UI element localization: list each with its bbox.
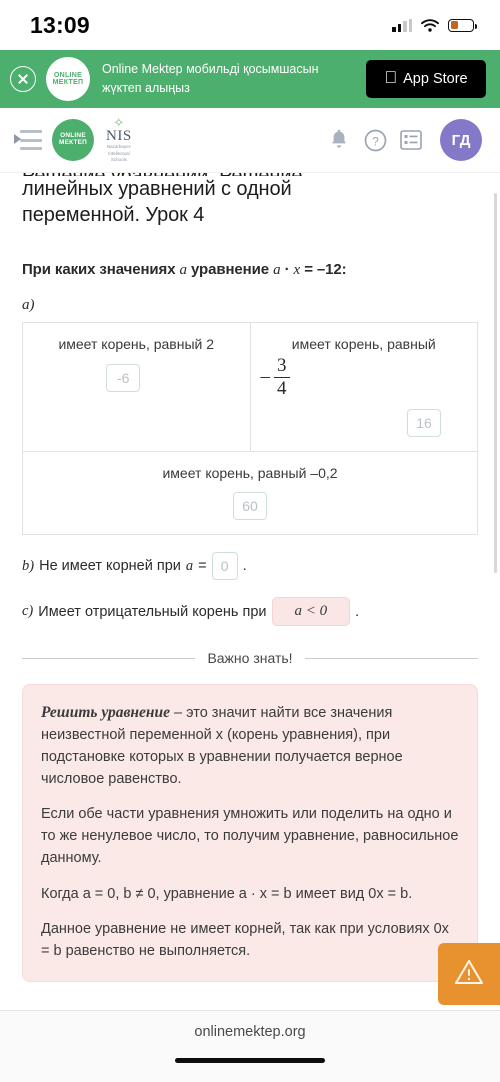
hamburger-menu-icon[interactable] [14,130,42,150]
banner-logo-line2: МЕКТЕП [52,79,84,86]
app-download-banner: ONLINE МЕКТЕП Online Mektep мобильді қос… [0,50,500,108]
fraction-numerator: 3 [274,355,290,378]
info-paragraph-2: Если обе части уравнения умножить или по… [41,806,459,866]
status-time: 13:09 [30,11,90,38]
avatar[interactable]: ГД [440,119,482,161]
question-eq-var-x: x [293,261,301,278]
page-title: Решение уравнений. Решение линейных урав… [22,173,478,229]
nis-sub-line1: Nazarbayev [106,143,131,149]
question-eq-var-a: a [273,261,281,278]
fraction-denominator: 4 [277,377,287,399]
nis-mark-icon: ✧ [113,114,125,130]
part-b-line: b) Не имеет корней при a = 0 . [22,552,478,581]
part-b-period: . [242,558,247,575]
footer-site-label: onlinemektep.org [194,1024,306,1040]
important-divider: Важно знать! [22,650,478,666]
table-cell-root-neg-0-2: имеет корень, равный –0,2 60 [22,450,478,536]
part-b-label: b) [22,557,35,574]
lesson-content: Решение уравнений. Решение линейных урав… [0,173,500,986]
banner-logo-line1: ONLINE [53,71,83,79]
warning-triangle-icon [454,958,484,991]
page-title-line2: переменной. Урок 4 [22,204,205,227]
online-mektep-logo-nav[interactable]: ONLINE МЕКТЕП [52,119,94,161]
cell-text-1: имеет корень, равный [291,335,436,352]
status-bar: 13:09 [0,0,500,50]
divider-line-right [304,657,478,659]
part-c-answer[interactable]: a < 0 [271,597,351,627]
part-b-input[interactable]: 0 [211,552,238,581]
notification-bell-icon[interactable] [326,127,352,153]
cell-text-2: имеет корень, равный –0,2 [162,464,338,481]
home-indicator[interactable] [175,1058,325,1063]
page-title-line1: линейных уравнений с одной [22,178,292,200]
banner-text: Online Mektep мобильді қосымшасын жүктеп… [100,60,356,99]
question-middle: уравнение [191,260,269,278]
report-problem-button[interactable] [438,943,500,1005]
fraction-sign: – [260,366,271,388]
part-c-text: Имеет отрицательный корень при [38,603,267,620]
part-a-label: a) [22,296,35,313]
svg-text:?: ? [372,134,379,148]
info-bold-lead: Решить уравнение [41,704,171,722]
banner-text-line2: жүктеп алыңыз [102,81,190,95]
part-b-var-a: a [185,557,194,574]
wifi-icon [421,18,439,32]
status-indicators [392,18,477,32]
app-store-label: App Store [396,71,468,87]
nis-sub-line2: Intellectual [108,150,130,156]
question-equals: = –12: [304,260,347,278]
part-c-period: . [355,603,360,620]
info-paragraph-4: Данное уравнение не имеет корней, так ка… [41,921,449,960]
close-icon[interactable] [10,66,36,92]
table-cell-root-fraction: имеет корень, равный – 3 4 16 [249,321,478,452]
footer: onlinemektep.org [0,1010,500,1082]
list-menu-icon[interactable] [398,127,424,153]
table-row: имеет корень, равный 2 -6 имеет корень, … [22,321,478,452]
info-paragraph-1: Решить уравнение – это значит найти все … [41,701,459,790]
answers-table: имеет корень, равный 2 -6 имеет корень, … [22,321,478,536]
battery-low-icon [448,18,477,32]
banner-text-line1: Online Mektep мобильді қосымшасын [102,61,319,76]
part-b-equals: = [198,558,207,575]
info-paragraph-3: Когда a = 0, b ≠ 0, уравнение a · x = b … [41,885,413,902]
navigation-bar: ONLINE МЕКТЕП ✧ NIS Nazarbayev Intellect… [0,108,500,173]
nis-name: NIS [106,127,132,144]
question-var-a: a [179,261,188,278]
apple-logo-icon:  [384,69,397,86]
nis-logo: ✧ NIS Nazarbayev Intellectual Schools [106,116,132,164]
app-store-button[interactable]:  App Store [366,60,486,98]
important-info-box: Решить уравнение – это значит найти все … [22,684,478,982]
cell-text-0: имеет корень, равный 2 [58,335,215,352]
answer-input-0[interactable]: -6 [106,363,141,392]
fraction-neg-three-quarters: – 3 4 [260,355,290,399]
table-row: имеет корень, равный –0,2 60 [22,450,478,536]
nis-sub-line3: Schools [110,157,127,163]
part-b-text: Не имеет корней при [39,558,181,575]
vertical-scrollbar[interactable] [494,193,497,573]
question-dot: · [284,260,290,278]
divider-line-left [22,657,196,659]
page-title-clipped-line: Решение уравнений. Решение [22,173,478,176]
table-cell-root-2: имеет корень, равный 2 -6 [22,321,251,452]
nav-logo-line2: МЕКТЕП [58,139,88,146]
online-mektep-logo: ONLINE МЕКТЕП [46,57,90,101]
answer-input-2[interactable]: 60 [233,492,267,521]
question-text: При каких значениях a уравнение a · x = … [22,261,478,279]
help-circle-icon[interactable]: ? [362,127,388,153]
cellular-signal-icon [392,18,412,32]
divider-label: Важно знать! [207,650,293,667]
phone-screen: 13:09 ONLINE МЕКТЕП Online Mektep мобиль… [0,0,500,1082]
question-prefix: При каких значениях [22,260,176,278]
part-c-line: c) Имеет отрицательный корень при a < 0 … [22,597,478,627]
answer-input-1[interactable]: 16 [407,408,441,437]
part-c-label: c) [22,603,34,620]
